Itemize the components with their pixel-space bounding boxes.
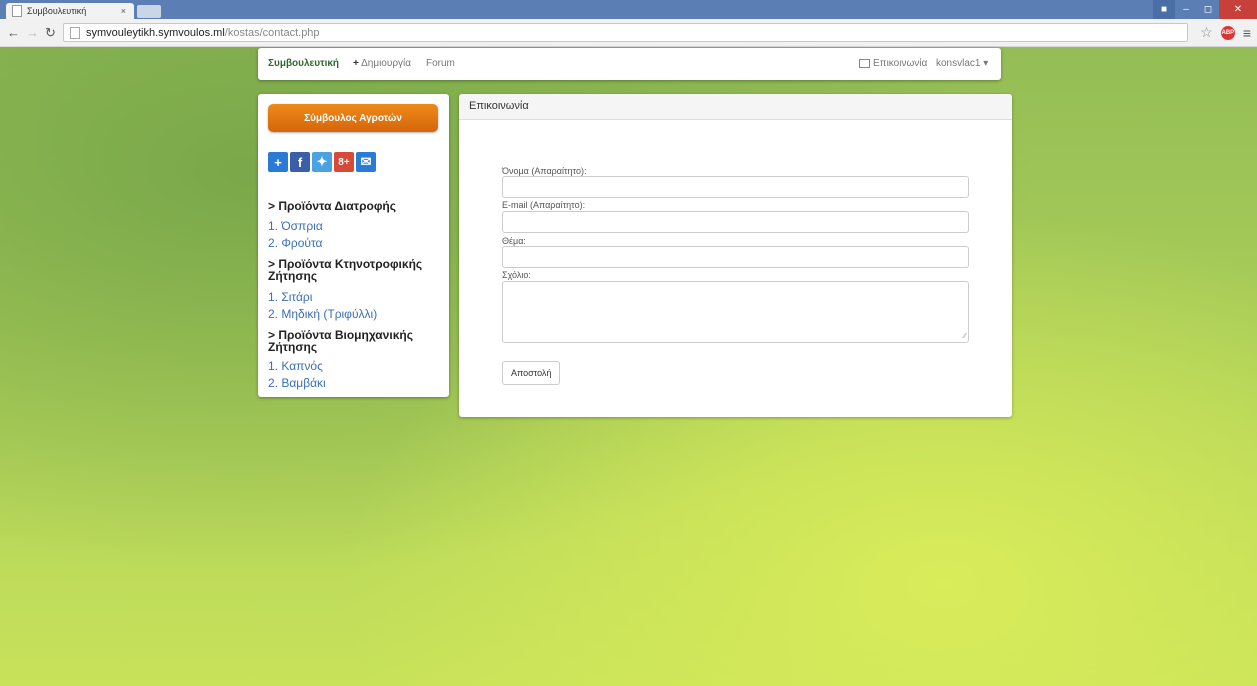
close-window-icon[interactable]: ✕: [1219, 0, 1257, 19]
comment-label: Σχόλιο:: [502, 270, 531, 280]
page-icon: [12, 5, 22, 17]
section-title-industrial: > Προϊόντα Βιομηχανικής Ζήτησης: [268, 328, 413, 354]
facebook-icon[interactable]: f: [290, 152, 310, 172]
email-label: E-mail (Απαραίτητο):: [502, 200, 586, 210]
plus-icon: +: [353, 58, 359, 69]
adblock-icon[interactable]: ABP: [1220, 25, 1235, 40]
browser-menu-icon[interactable]: ≡: [1243, 25, 1251, 41]
link-wheat[interactable]: 1. Σιτάρι: [268, 290, 312, 304]
subject-label: Θέμα:: [502, 236, 526, 246]
sidebar: Σύμβουλος Αγροτών + f ✦ 8+ ✉ > Προϊόντα …: [258, 94, 449, 397]
panel-heading: Επικοινωνία: [459, 94, 1012, 120]
window-controls: ■ – ◻ ✕: [1153, 0, 1257, 19]
new-tab-button[interactable]: [137, 5, 161, 18]
nav-contact-label: Επικοινωνία: [873, 58, 928, 69]
nav-create-label: Δημιουργία: [361, 58, 412, 69]
browser-titlebar: Συμβουλευτική × ■ – ◻ ✕: [0, 0, 1257, 19]
tab-title: Συμβουλευτική: [27, 6, 87, 16]
back-icon[interactable]: ←: [7, 25, 20, 40]
link-cotton[interactable]: 2. Βαμβάκι: [268, 376, 326, 390]
submit-button[interactable]: Αποστολή: [502, 361, 561, 385]
name-label: Όνομα (Απαραίτητο):: [502, 166, 587, 176]
brand-link[interactable]: Συμβουλευτική: [268, 58, 339, 69]
resize-grip-icon[interactable]: ∕∕: [964, 333, 966, 340]
tab-close-icon[interactable]: ×: [121, 6, 126, 16]
link-legumes[interactable]: 1. Όσπρια: [268, 219, 323, 233]
share-buttons: + f ✦ 8+ ✉: [268, 152, 376, 172]
reload-icon[interactable]: ↻: [45, 25, 56, 41]
site-navbar: Συμβουλευτική + Δημιουργία Forum Επικοιν…: [258, 48, 1001, 80]
link-tobacco[interactable]: 1. Καπνός: [268, 359, 323, 373]
google-plus-icon[interactable]: 8+: [334, 152, 354, 172]
address-bar[interactable]: symvouleytikh.symvoulos.ml/kostas/contac…: [63, 23, 1188, 42]
browser-tab[interactable]: Συμβουλευτική ×: [6, 3, 134, 19]
comment-textarea[interactable]: ∕∕: [502, 281, 969, 343]
name-field[interactable]: [502, 176, 969, 198]
contact-panel: Επικοινωνία Όνομα (Απαραίτητο): E-mail (…: [459, 94, 1012, 417]
subject-field[interactable]: [502, 246, 969, 268]
mail-icon[interactable]: ✉: [356, 152, 376, 172]
url-path: /kostas/contact.php: [224, 26, 320, 39]
nav-forum[interactable]: Forum: [426, 58, 455, 69]
bookmark-star-icon[interactable]: ☆: [1200, 24, 1213, 41]
share-plus-icon[interactable]: +: [268, 152, 288, 172]
url-host: symvouleytikh.symvoulos.ml: [86, 26, 225, 39]
nav-create[interactable]: + Δημιουργία: [353, 58, 411, 69]
maximize-icon[interactable]: ◻: [1197, 0, 1219, 19]
nav-contact[interactable]: Επικοινωνία: [859, 58, 927, 69]
browser-toolbar: ← → ↻ symvouleytikh.symvoulos.ml/kostas/…: [0, 19, 1257, 47]
twitter-icon[interactable]: ✦: [312, 152, 332, 172]
minimize-icon[interactable]: –: [1175, 0, 1197, 19]
user-dropdown[interactable]: konsvlac1 ▾: [936, 58, 988, 69]
page-info-icon[interactable]: [70, 26, 80, 39]
section-title-food: > Προϊόντα Διατροφής: [268, 199, 396, 213]
link-alfalfa[interactable]: 2. Μηδική (Τριφύλλι): [268, 307, 377, 321]
section-title-livestock: > Προϊόντα Κτηνοτροφικής Ζήτησης: [268, 257, 423, 283]
envelope-icon: [859, 59, 870, 68]
forward-icon[interactable]: →: [26, 25, 39, 40]
link-fruits[interactable]: 2. Φρούτα: [268, 236, 323, 250]
profile-icon[interactable]: ■: [1153, 0, 1175, 19]
email-field[interactable]: [502, 211, 969, 233]
advisor-button[interactable]: Σύμβουλος Αγροτών: [268, 104, 438, 132]
